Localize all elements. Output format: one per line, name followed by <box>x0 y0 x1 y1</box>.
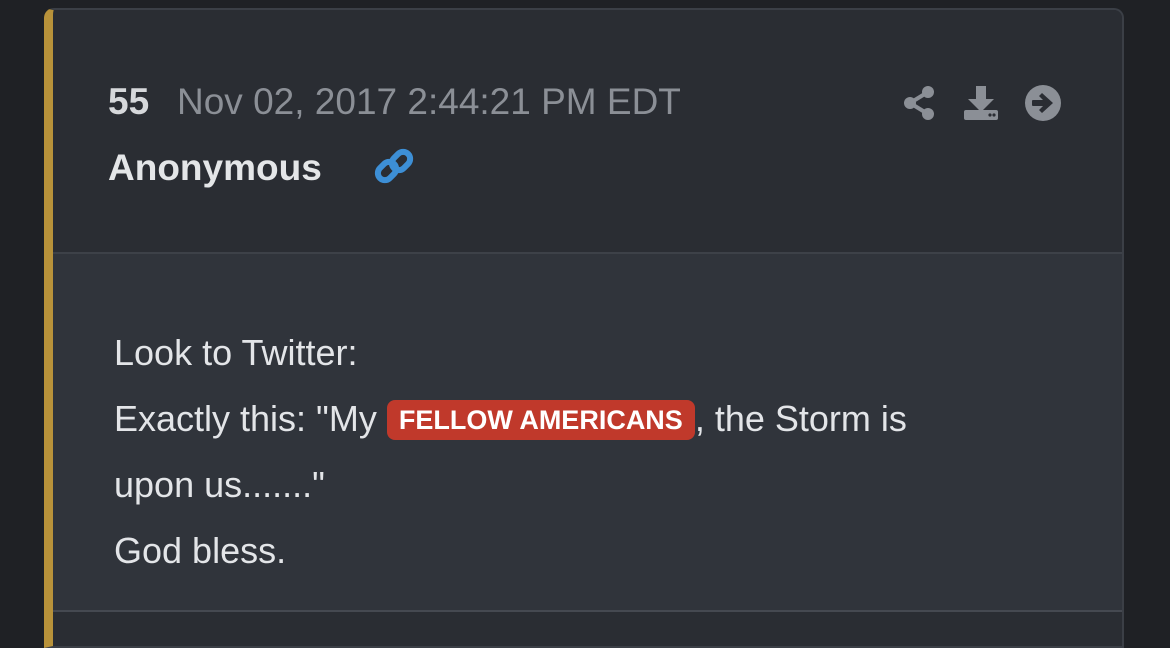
message-text: Exactly this: "My <box>114 398 387 439</box>
post-message: Look to Twitter: Exactly this: "My FELLO… <box>114 320 1074 584</box>
link-icon-graphic <box>374 148 414 184</box>
post-body: Look to Twitter: Exactly this: "My FELLO… <box>53 254 1122 612</box>
highlight-tag: FELLOW AMERICANS <box>386 400 695 440</box>
message-line: upon us......." <box>114 464 325 505</box>
message-text: , the Storm is <box>694 398 907 439</box>
post-actions <box>898 82 1064 124</box>
post-header: 55 Nov 02, 2017 2:44:21 PM EDT Anonymous <box>53 10 1122 254</box>
post-timestamp: Nov 02, 2017 2:44:21 PM EDT <box>177 81 681 122</box>
message-line: Look to Twitter: <box>114 332 358 373</box>
arrow-circle-right-icon-graphic <box>1025 85 1061 121</box>
post-number: 55 <box>108 81 150 122</box>
download-icon-graphic <box>964 86 998 120</box>
share-icon-graphic <box>904 86 934 120</box>
share-icon[interactable] <box>898 82 940 124</box>
post-author: Anonymous <box>108 147 322 188</box>
arrow-circle-right-icon[interactable] <box>1022 82 1064 124</box>
message-line: God bless. <box>114 530 287 571</box>
message-line: Exactly this: "My FELLOW AMERICANS, the … <box>114 386 1074 452</box>
post-card: 55 Nov 02, 2017 2:44:21 PM EDT Anonymous <box>44 8 1124 648</box>
download-icon[interactable] <box>960 82 1002 124</box>
link-icon[interactable] <box>371 144 417 190</box>
